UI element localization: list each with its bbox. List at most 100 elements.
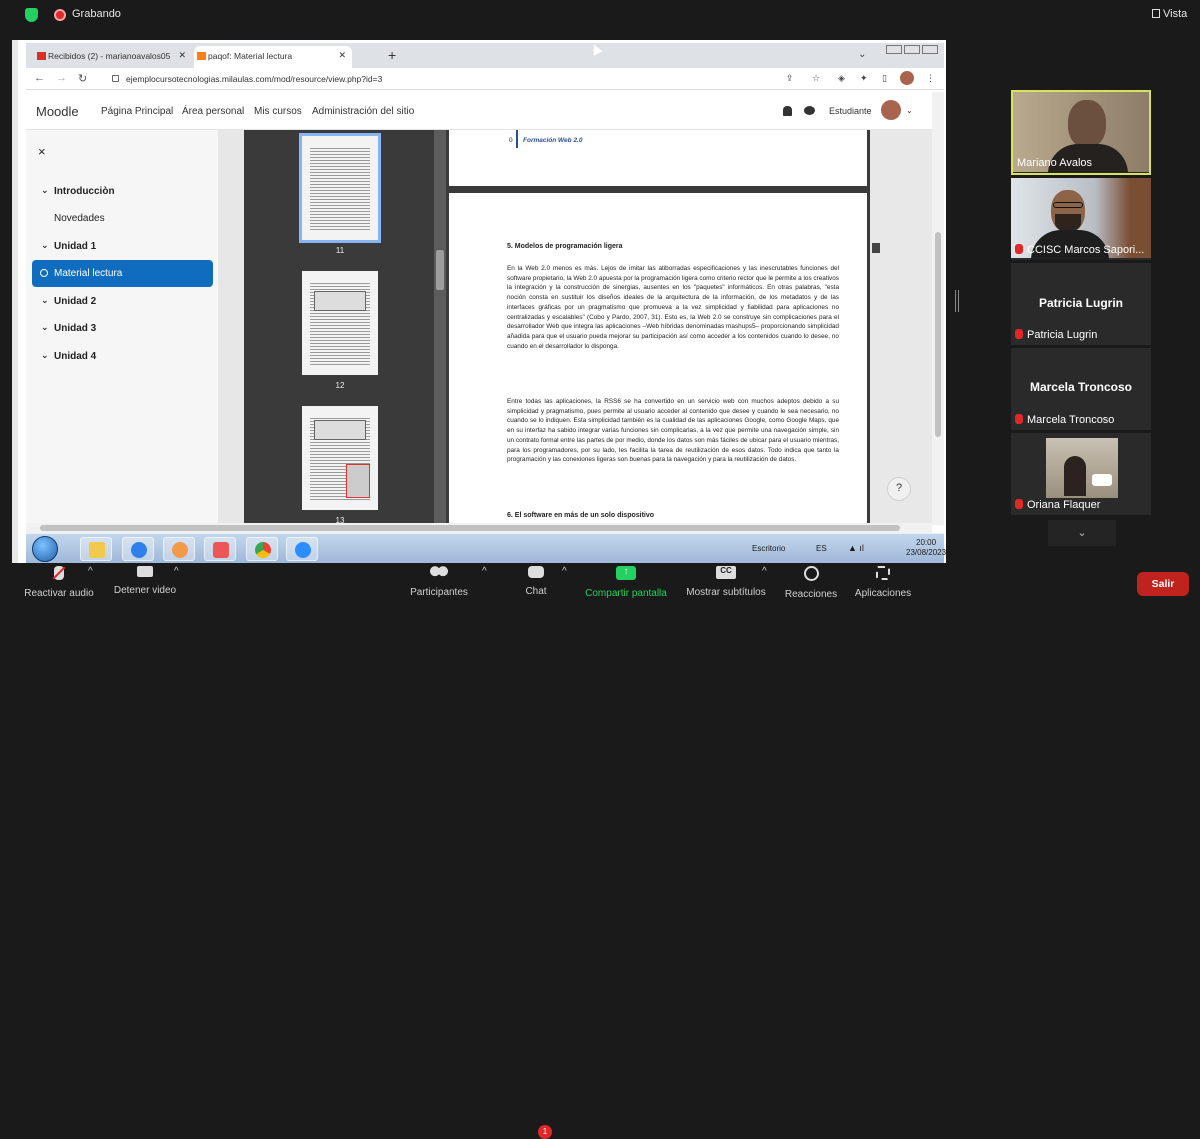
thumbnail-page[interactable] bbox=[302, 271, 378, 375]
folder-icon bbox=[89, 542, 105, 558]
tab-moodle[interactable]: paqof: Material lectura ✕ bbox=[194, 46, 352, 68]
user-menu-chevron-icon[interactable]: ⌄ bbox=[906, 106, 913, 115]
help-button[interactable]: ? bbox=[887, 477, 911, 501]
language-indicator[interactable]: ES bbox=[816, 544, 827, 553]
ie-taskbar-button[interactable] bbox=[122, 537, 154, 561]
chat-caret-icon[interactable]: ^ bbox=[562, 566, 567, 577]
security-shield-icon[interactable] bbox=[25, 8, 38, 22]
chrome-taskbar-button[interactable] bbox=[246, 537, 278, 561]
chevron-down-icon[interactable]: ⌄ bbox=[41, 322, 49, 333]
media-taskbar-button[interactable] bbox=[204, 537, 236, 561]
audio-options-caret-icon[interactable]: ^ bbox=[88, 566, 93, 577]
chevron-down-icon[interactable]: ⌄ bbox=[41, 295, 49, 306]
thumbnail-scrollbar[interactable] bbox=[434, 130, 446, 523]
back-icon[interactable]: ← bbox=[34, 72, 45, 84]
panel-resize-handle[interactable] bbox=[955, 290, 959, 312]
show-captions-button[interactable]: CC Mostrar subtítulos bbox=[682, 566, 770, 598]
explorer-taskbar-button[interactable] bbox=[80, 537, 112, 561]
apps-button[interactable]: Aplicaciones bbox=[850, 566, 916, 599]
url-field[interactable]: ejemplocursotecnologias.milaulas.com/mod… bbox=[126, 74, 382, 84]
thumbnail-page[interactable] bbox=[302, 406, 378, 510]
maximize-button[interactable] bbox=[904, 45, 920, 54]
moodle-logo[interactable]: Moodle bbox=[36, 104, 79, 119]
section-label: Unidad 1 bbox=[54, 241, 97, 252]
nav-home[interactable]: Página Principal bbox=[101, 106, 173, 117]
thumbnail-page[interactable] bbox=[299, 133, 381, 243]
participants-icon bbox=[429, 566, 449, 579]
notification-bell-icon[interactable] bbox=[783, 106, 792, 116]
share-screen-button[interactable]: ↑ Compartir pantalla bbox=[580, 566, 672, 599]
gallery-next-page-button[interactable]: ⌄ bbox=[1048, 520, 1116, 546]
firefox-taskbar-button[interactable] bbox=[163, 537, 195, 561]
nav-my-courses[interactable]: Mis cursos bbox=[254, 106, 302, 117]
section-unidad-3[interactable]: ⌄ Unidad 3 bbox=[32, 315, 213, 342]
moodle-favicon-icon bbox=[197, 52, 206, 60]
desktop-toolbar-label[interactable]: Escritorio bbox=[752, 544, 785, 553]
participants-caret-icon[interactable]: ^ bbox=[482, 566, 487, 577]
course-index-drawer: × ⌄ Introducciòn Novedades ⌄ Unidad 1 Ma… bbox=[26, 130, 218, 525]
chat-unread-badge: 1 bbox=[538, 1125, 552, 1139]
close-tab-icon[interactable]: ✕ bbox=[338, 50, 346, 61]
activity-label: Novedades bbox=[54, 213, 105, 224]
video-tile-marcos[interactable]: CCISC Marcos Sapori... bbox=[1011, 178, 1151, 260]
profile-avatar[interactable] bbox=[900, 71, 914, 85]
activity-material-lectura[interactable]: Material lectura bbox=[32, 260, 213, 287]
clock-time: 20:00 bbox=[916, 538, 937, 547]
captions-caret-icon[interactable]: ^ bbox=[762, 566, 767, 577]
mic-muted-icon bbox=[1015, 499, 1023, 509]
stop-video-label: Detener video bbox=[113, 585, 177, 596]
start-button[interactable] bbox=[32, 536, 58, 562]
section-unidad-4[interactable]: ⌄ Unidad 4 bbox=[32, 343, 213, 370]
close-window-button[interactable] bbox=[922, 45, 938, 54]
video-options-caret-icon[interactable]: ^ bbox=[174, 566, 179, 577]
chevron-down-icon[interactable]: ⌄ bbox=[41, 240, 49, 251]
video-tile-marcela[interactable]: Marcela Troncoso Marcela Troncoso bbox=[1011, 348, 1151, 430]
extension-icon[interactable]: ◈ bbox=[838, 73, 845, 84]
participants-button[interactable]: Participantes bbox=[404, 566, 474, 598]
minimize-button[interactable] bbox=[886, 45, 902, 54]
share-page-icon[interactable]: ⇪ bbox=[786, 73, 794, 84]
video-tile-mariano[interactable]: Mariano Avalos bbox=[1011, 90, 1151, 175]
section-unidad-2[interactable]: ⌄ Unidad 2 bbox=[32, 288, 213, 315]
nav-dashboard[interactable]: Área personal bbox=[182, 106, 244, 117]
tab-label: paqof: Material lectura bbox=[208, 51, 293, 61]
section-unidad-1[interactable]: ⌄ Unidad 1 bbox=[32, 233, 213, 260]
zoom-taskbar-button[interactable] bbox=[286, 537, 318, 561]
page-horizontal-scrollbar[interactable] bbox=[26, 523, 932, 533]
network-icon[interactable]: ▲ ıl bbox=[848, 543, 864, 553]
video-tile-patricia[interactable]: Patricia Lugrin Patricia Lugrin bbox=[1011, 263, 1151, 345]
nav-site-admin[interactable]: Administración del sitio bbox=[312, 106, 414, 117]
reload-icon[interactable]: ↻ bbox=[78, 72, 87, 85]
reactions-button[interactable]: Reacciones bbox=[782, 566, 840, 600]
close-drawer-button[interactable]: × bbox=[38, 144, 46, 159]
section-label: Unidad 4 bbox=[54, 351, 97, 362]
section-introduccion[interactable]: ⌄ Introducciòn bbox=[32, 178, 213, 205]
share-resize-handle[interactable] bbox=[12, 40, 18, 572]
chevron-down-icon[interactable]: ⌄ bbox=[41, 185, 49, 196]
activity-label: Material lectura bbox=[54, 268, 123, 279]
close-tab-icon[interactable]: ✕ bbox=[178, 50, 186, 61]
toc-item: Formación Web 2.0 bbox=[523, 137, 583, 144]
new-tab-button[interactable]: + bbox=[388, 47, 396, 63]
chevron-down-icon[interactable]: ⌄ bbox=[41, 350, 49, 361]
tab-gmail[interactable]: Recibidos (2) - marianoavalos05 ✕ bbox=[34, 46, 192, 68]
lock-icon[interactable] bbox=[112, 75, 119, 82]
chat-button[interactable]: Chat bbox=[518, 566, 554, 597]
leave-meeting-button[interactable]: Salir bbox=[1137, 572, 1189, 596]
tab-search-chevron-icon[interactable]: ⌄ bbox=[858, 49, 866, 60]
bookmark-star-icon[interactable]: ☆ bbox=[812, 73, 820, 84]
internet-explorer-icon bbox=[131, 542, 147, 558]
stop-video-button[interactable]: Detener video bbox=[108, 566, 182, 596]
chat-label: Chat bbox=[525, 586, 547, 597]
puzzle-icon[interactable]: ✦ bbox=[860, 73, 868, 84]
page-vertical-scrollbar[interactable] bbox=[932, 92, 944, 525]
sidepanel-icon[interactable]: ▯ bbox=[882, 73, 887, 84]
zoom-top-bar: Grabando Vista bbox=[0, 0, 1200, 30]
activity-novedades[interactable]: Novedades bbox=[32, 205, 213, 232]
messages-icon[interactable] bbox=[804, 106, 815, 115]
view-button[interactable]: Vista bbox=[1152, 8, 1187, 20]
user-avatar[interactable] bbox=[881, 100, 901, 120]
menu-kebab-icon[interactable]: ⋮ bbox=[926, 73, 935, 84]
clock[interactable]: 20:00 23/08/2023 bbox=[906, 538, 946, 558]
forward-icon[interactable]: → bbox=[56, 72, 67, 84]
